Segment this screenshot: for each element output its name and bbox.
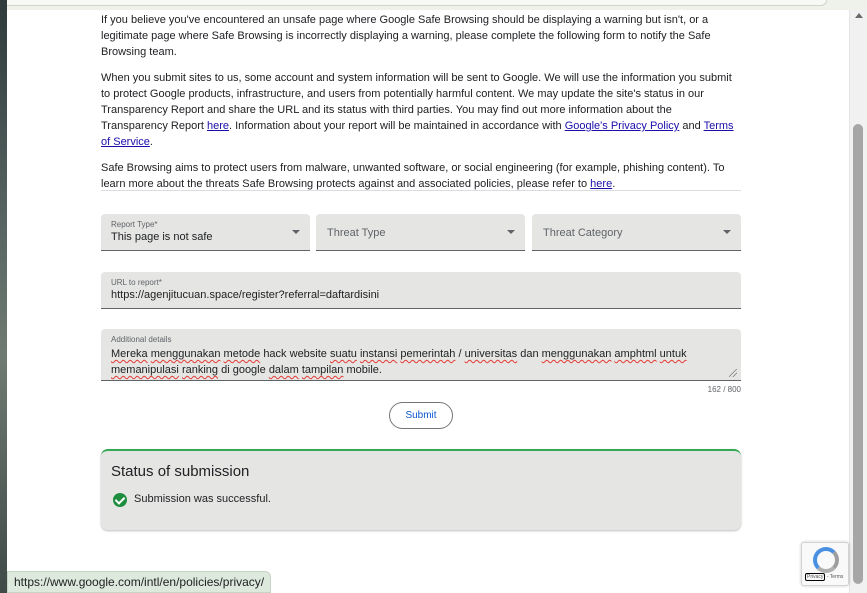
- details-word: hack: [263, 348, 287, 360]
- scrollbar-thumb[interactable]: [853, 124, 863, 584]
- threat-type-placeholder: Threat Type: [327, 227, 386, 239]
- intro-p3-text-b: .: [612, 178, 616, 190]
- vertical-scrollbar[interactable]: [849, 10, 867, 593]
- report-type-label: Report Type*: [111, 220, 158, 229]
- details-word: metode: [223, 348, 261, 360]
- details-word: amphtml: [614, 348, 657, 360]
- intro-paragraph-3: Safe Browsing aims to protect users from…: [101, 160, 741, 192]
- chevron-down-icon: [292, 230, 300, 234]
- threats-policies-link[interactable]: here: [590, 178, 612, 190]
- privacy-policy-link[interactable]: Google's Privacy Policy: [565, 120, 680, 132]
- details-word: menggunakan: [150, 348, 221, 360]
- details-word: Mereka: [111, 348, 148, 360]
- intro-p2-text-c: and: [679, 120, 704, 132]
- intro-paragraph-1: If you believe you've encountered an uns…: [101, 14, 711, 58]
- details-word: ranking: [181, 364, 219, 376]
- section-divider: [101, 190, 741, 191]
- details-word: dalam: [268, 364, 299, 376]
- details-line-2: memanipulasi ranking di google dalam tam…: [111, 362, 711, 378]
- report-type-value: This page is not safe: [111, 231, 213, 243]
- details-word: tampilan: [301, 364, 344, 376]
- details-word: instansi: [359, 348, 398, 360]
- threat-category-select[interactable]: Threat Category: [532, 214, 741, 251]
- threat-type-select[interactable]: Threat Type: [316, 214, 525, 251]
- details-field-label: Additional details: [111, 335, 172, 344]
- intro-p3-text-a: Safe Browsing aims to protect users from…: [101, 162, 725, 190]
- threat-category-placeholder: Threat Category: [543, 227, 623, 239]
- link-hover-status-url: https://www.google.com/intl/en/policies/…: [7, 571, 272, 593]
- url-field-label: URL to report*: [111, 278, 162, 287]
- details-text: Mereka menggunakan metode hack website s…: [111, 346, 711, 378]
- details-word: memanipulasi: [111, 364, 179, 376]
- chevron-down-icon: [507, 230, 515, 234]
- transparency-report-link[interactable]: here: [207, 120, 229, 132]
- details-word: /: [458, 348, 462, 360]
- check-circle-icon: [113, 493, 127, 507]
- recaptcha-terms-link[interactable]: Terms: [830, 574, 844, 580]
- recaptcha-logo-icon: [813, 547, 839, 573]
- status-title: Status of submission: [111, 463, 250, 480]
- intro-p2-text-d: .: [149, 136, 153, 148]
- details-word: mobile.: [346, 364, 382, 376]
- details-word: google: [232, 364, 266, 376]
- tab-edge: [7, 0, 827, 6]
- recaptcha-badge[interactable]: Privacy - Terms: [801, 542, 849, 586]
- report-type-select[interactable]: Report Type* This page is not safe: [101, 214, 310, 251]
- details-word: universitas: [464, 348, 518, 360]
- character-counter: 162 / 800: [707, 385, 741, 394]
- scroll-up-arrow-icon[interactable]: [855, 13, 863, 18]
- details-word: pemerintah: [400, 348, 456, 360]
- chevron-down-icon: [723, 230, 731, 234]
- details-word: untuk: [659, 348, 687, 360]
- status-card: Status of submission Submission was succ…: [101, 449, 741, 530]
- intro-p2-text-b: . Information about your report will be …: [229, 120, 565, 132]
- intro-paragraph-2: When you submit sites to us, some accoun…: [101, 70, 741, 150]
- url-to-report-field[interactable]: URL to report* https://agenjitucuan.spac…: [101, 272, 741, 309]
- status-message: Submission was successful.: [134, 493, 271, 505]
- details-word: suatu: [329, 348, 357, 360]
- details-word: di: [221, 364, 230, 376]
- resize-handle-icon[interactable]: [729, 369, 737, 377]
- details-line-1: Mereka menggunakan metode hack website s…: [111, 346, 711, 362]
- submit-button[interactable]: Submit: [389, 402, 453, 429]
- details-word: website: [289, 348, 327, 360]
- additional-details-textarea[interactable]: Additional details Mereka menggunakan me…: [101, 329, 741, 381]
- recaptcha-links: Privacy - Terms: [805, 573, 844, 581]
- recaptcha-privacy-link[interactable]: Privacy: [805, 573, 826, 581]
- intro-text: If you believe you've encountered an uns…: [101, 12, 741, 202]
- details-word: dan: [520, 348, 539, 360]
- desktop-background-strip: [0, 0, 7, 593]
- url-field-value: https://agenjitucuan.space/register?refe…: [111, 289, 380, 301]
- details-word: menggunakan: [541, 348, 612, 360]
- browser-top-edge: [7, 0, 867, 10]
